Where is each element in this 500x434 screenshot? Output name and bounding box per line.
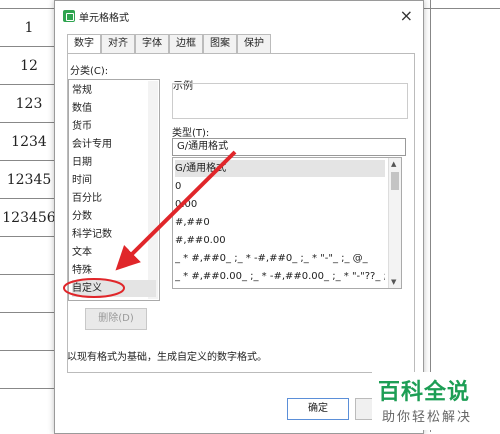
dialog-title: 单元格格式 xyxy=(79,13,129,24)
format-item[interactable]: #,##0 xyxy=(175,214,385,231)
format-item[interactable]: 0 xyxy=(175,178,385,195)
sheet-cell[interactable]: 123456 xyxy=(0,198,59,237)
column-divider xyxy=(430,0,431,432)
tab-pattern[interactable]: 图案 xyxy=(203,34,237,53)
format-item[interactable]: #,##0.00 xyxy=(175,232,385,249)
row-divider xyxy=(0,312,58,313)
delete-button[interactable]: 删除(D) xyxy=(85,308,147,330)
ok-button[interactable]: 确定 xyxy=(287,398,349,420)
tab-border[interactable]: 边框 xyxy=(169,34,203,53)
type-input[interactable]: G/通用格式 xyxy=(172,138,406,156)
scroll-up-icon[interactable]: ▲ xyxy=(391,160,396,168)
category-item[interactable]: 数值 xyxy=(72,100,156,117)
sheet-cell[interactable]: 12 xyxy=(0,46,59,85)
category-item[interactable]: 分数 xyxy=(72,208,156,225)
category-item[interactable]: 会计专用 xyxy=(72,136,156,153)
title-bar: 单元格格式 × xyxy=(55,1,423,31)
watermark-logo-text: 百科全说 xyxy=(378,380,471,405)
category-item[interactable]: 货币 xyxy=(72,118,156,135)
row-divider xyxy=(0,236,58,237)
format-cells-dialog: 单元格格式 × 数字 对齐 字体 边框 图案 保护 分类(C): 常规 数值 货… xyxy=(54,0,424,434)
category-item[interactable]: 时间 xyxy=(72,172,156,189)
sheet-cell[interactable]: 12345 xyxy=(0,160,59,199)
category-item[interactable]: 科学记数 xyxy=(72,226,156,243)
category-item[interactable]: 常规 xyxy=(72,82,156,99)
sheet-cell[interactable]: 1 xyxy=(0,8,59,47)
scroll-thumb[interactable] xyxy=(391,172,399,190)
format-description: 以现有格式为基础，生成自定义的数字格式。 xyxy=(67,352,267,363)
category-item[interactable]: 特殊 xyxy=(72,262,156,279)
format-item[interactable]: 0.00 xyxy=(175,196,385,213)
watermark: 百科全说 助你轻松解决 xyxy=(372,372,498,430)
sheet-cell[interactable]: 123 xyxy=(0,84,59,123)
format-item[interactable]: _ * #,##0.00_ ;_ * -#,##0.00_ ;_ * "-"??… xyxy=(175,268,385,285)
scroll-down-icon[interactable]: ▼ xyxy=(391,278,396,286)
sheet-cell[interactable]: 1234 xyxy=(0,122,59,161)
format-list-scrollbar[interactable]: ▲ ▼ xyxy=(388,158,401,288)
format-item[interactable]: _ * #,##0_ ;_ * -#,##0_ ;_ * "-"_ ;_ @_ xyxy=(175,250,385,267)
app-icon xyxy=(63,10,75,22)
type-label: 类型(T): xyxy=(172,128,210,139)
category-list[interactable]: 常规 数值 货币 会计专用 日期 时间 百分比 分数 科学记数 文本 特殊 自定… xyxy=(68,79,160,301)
tab-font[interactable]: 字体 xyxy=(135,34,169,53)
category-item[interactable]: 百分比 xyxy=(72,190,156,207)
row-divider xyxy=(0,274,58,275)
sample-preview-box xyxy=(172,83,408,119)
category-item[interactable]: 日期 xyxy=(72,154,156,171)
row-divider xyxy=(0,388,58,389)
category-item-selected[interactable]: 自定义 xyxy=(72,280,156,297)
category-label: 分类(C): xyxy=(70,66,109,77)
watermark-slogan: 助你轻松解决 xyxy=(382,410,473,425)
category-item[interactable]: 文本 xyxy=(72,244,156,261)
tab-protection[interactable]: 保护 xyxy=(237,34,271,53)
tab-alignment[interactable]: 对齐 xyxy=(101,34,135,53)
tab-number[interactable]: 数字 xyxy=(67,34,101,54)
format-list[interactable]: G/通用格式 0 0.00 #,##0 #,##0.00 _ * #,##0_ … xyxy=(172,157,402,289)
row-divider xyxy=(0,350,58,351)
close-icon[interactable]: × xyxy=(400,6,413,25)
format-item-selected[interactable]: G/通用格式 xyxy=(175,160,385,177)
